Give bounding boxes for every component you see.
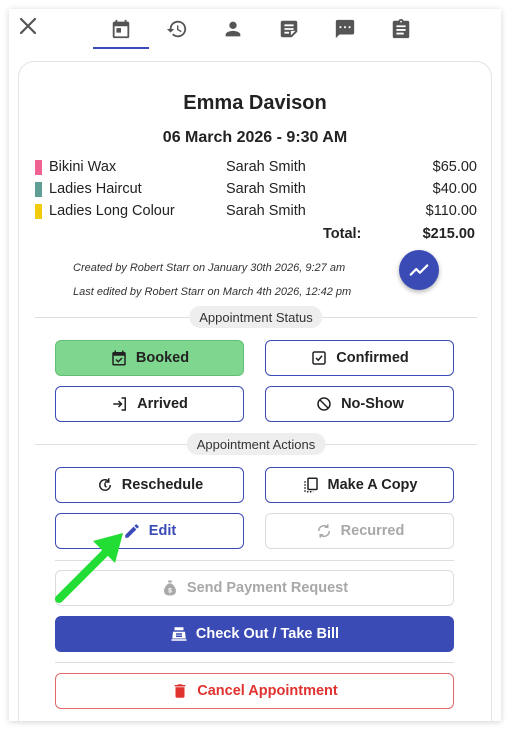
service-staff: Sarah Smith bbox=[226, 159, 306, 175]
service-price: $40.00 bbox=[432, 181, 477, 197]
close-icon bbox=[19, 17, 37, 35]
divider bbox=[55, 662, 454, 663]
client-name: Emma Davison bbox=[183, 92, 327, 114]
total-value: $215.00 bbox=[422, 226, 475, 242]
annotation-arrow-icon bbox=[55, 533, 123, 603]
block-icon bbox=[317, 397, 331, 411]
service-row: Bikini Wax Sarah Smith $65.00 bbox=[35, 158, 477, 178]
service-row: Ladies Long Colour Sarah Smith $110.00 bbox=[35, 202, 477, 222]
login-icon bbox=[113, 397, 127, 411]
analytics-button[interactable] bbox=[399, 250, 439, 290]
message-icon bbox=[335, 19, 355, 39]
service-price: $110.00 bbox=[425, 203, 477, 219]
tab-forms[interactable] bbox=[373, 9, 429, 49]
person-icon bbox=[225, 21, 241, 37]
tab-messages[interactable] bbox=[317, 9, 373, 49]
service-price: $65.00 bbox=[432, 159, 477, 175]
make-copy-label: Make A Copy bbox=[327, 477, 418, 493]
trash-icon bbox=[175, 684, 186, 698]
cancel-label: Cancel Appointment bbox=[197, 683, 338, 699]
copy-icon bbox=[303, 477, 318, 493]
service-row: Ladies Haircut Sarah Smith $40.00 bbox=[35, 180, 477, 200]
edited-info: Last edited by Robert Starr on March 4th… bbox=[73, 286, 352, 298]
service-color-swatch bbox=[35, 182, 42, 197]
recurred-button[interactable]: Recurred bbox=[265, 513, 454, 549]
service-color-swatch bbox=[35, 160, 42, 175]
service-name: Bikini Wax bbox=[49, 159, 117, 175]
total-label: Total: bbox=[323, 226, 362, 242]
service-name: Ladies Long Colour bbox=[49, 203, 175, 219]
svg-text:$: $ bbox=[168, 588, 172, 595]
make-copy-button[interactable]: Make A Copy bbox=[265, 467, 454, 503]
money-bag-icon: $ bbox=[163, 580, 176, 596]
tab-calendar[interactable] bbox=[93, 9, 149, 49]
note-icon bbox=[280, 20, 298, 38]
checkbox-icon bbox=[312, 351, 326, 365]
service-staff: Sarah Smith bbox=[226, 203, 306, 219]
booked-label: Booked bbox=[135, 350, 190, 366]
checkout-button[interactable]: Check Out / Take Bill bbox=[55, 616, 454, 652]
service-name: Ladies Haircut bbox=[49, 181, 142, 197]
booked-button[interactable]: Booked bbox=[55, 340, 244, 376]
service-staff: Sarah Smith bbox=[226, 181, 306, 197]
trending-icon bbox=[409, 264, 429, 276]
tab-bar bbox=[93, 9, 429, 51]
appointment-card: Emma Davison 06 March 2026 - 9:30 AM Bik… bbox=[18, 61, 492, 721]
edit-label: Edit bbox=[148, 523, 177, 539]
clipboard-icon bbox=[392, 18, 410, 39]
close-button[interactable] bbox=[16, 14, 40, 38]
arrived-button[interactable]: Arrived bbox=[55, 386, 244, 422]
no-show-button[interactable]: No-Show bbox=[265, 386, 454, 422]
sync-icon bbox=[317, 524, 330, 538]
appointment-datetime: 06 March 2026 - 9:30 AM bbox=[162, 129, 348, 146]
tab-client[interactable] bbox=[205, 9, 261, 49]
actions-heading: Appointment Actions bbox=[186, 433, 326, 455]
cancel-appointment-button[interactable]: Cancel Appointment bbox=[55, 673, 454, 709]
service-color-swatch bbox=[35, 204, 42, 219]
send-payment-label: Send Payment Request bbox=[186, 580, 349, 596]
reschedule-icon bbox=[98, 478, 111, 491]
reschedule-button[interactable]: Reschedule bbox=[55, 467, 244, 503]
no-show-label: No-Show bbox=[341, 396, 404, 412]
tab-history[interactable] bbox=[149, 9, 205, 49]
reschedule-label: Reschedule bbox=[121, 477, 204, 493]
appointment-panel: Emma Davison 06 March 2026 - 9:30 AM Bik… bbox=[9, 9, 501, 721]
recurred-label: Recurred bbox=[340, 523, 405, 539]
created-info: Created by Robert Starr on January 30th … bbox=[73, 262, 346, 274]
calendar-icon bbox=[112, 19, 130, 39]
checkout-label: Check Out / Take Bill bbox=[195, 626, 340, 642]
confirmed-label: Confirmed bbox=[336, 350, 409, 366]
status-heading: Appointment Status bbox=[189, 306, 323, 328]
calendar-check-icon bbox=[112, 350, 126, 366]
history-icon bbox=[166, 20, 187, 38]
cash-register-icon bbox=[171, 627, 187, 641]
tab-notes[interactable] bbox=[261, 9, 317, 49]
arrived-label: Arrived bbox=[137, 396, 188, 412]
confirmed-button[interactable]: Confirmed bbox=[265, 340, 454, 376]
